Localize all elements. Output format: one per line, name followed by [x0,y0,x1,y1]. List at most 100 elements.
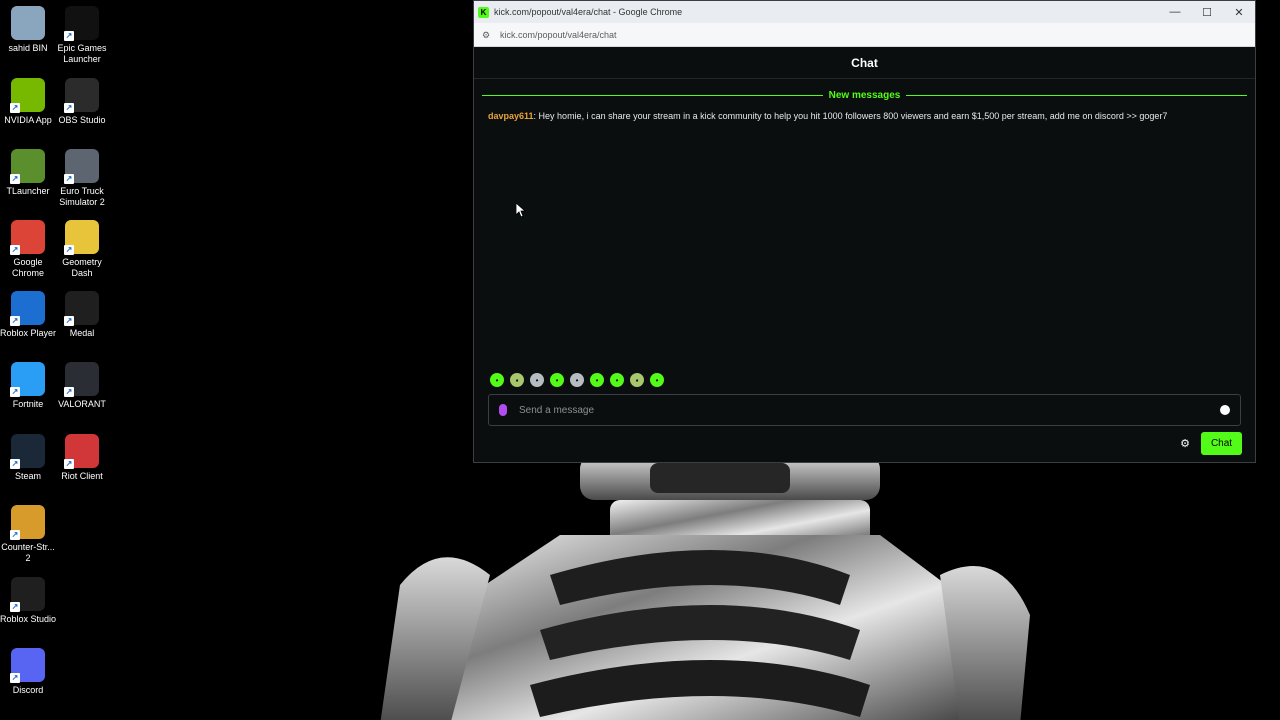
recycle-bin-icon [11,6,45,40]
desktop-icon[interactable]: ↗ Counter-Str... 2 [0,505,56,564]
desktop-icon[interactable]: ↗ VALORANT [54,362,110,410]
chat-title: Chat [851,55,878,70]
desktop-icon-label: Google Chrome [11,257,44,278]
shortcut-arrow-icon: ↗ [10,673,20,683]
chat-settings-icon[interactable]: ⚙ [1178,437,1192,451]
steam-icon: ↗ [10,434,45,469]
close-button[interactable]: ✕ [1223,1,1255,23]
desktop-icon-label: TLauncher [6,186,50,196]
desktop-icon-label: Medal [69,328,95,338]
chat-message-input[interactable] [519,404,1220,416]
address-bar[interactable]: ⚙ kick.com/popout/val4era/chat [474,23,1255,47]
desktop-icon[interactable]: ↗ Medal [54,291,110,339]
shortcut-arrow-icon: ↗ [10,530,20,540]
chrome-popout-window: K kick.com/popout/val4era/chat - Google … [473,0,1256,463]
shortcut-arrow-icon: ↗ [10,245,20,255]
quick-emote-bar: • ▪ • • • • • ▪ • [490,373,664,387]
message-text: : Hey homie, i can share your stream in … [533,111,1168,121]
desktop-icon[interactable]: ↗ NVIDIA App [0,78,56,126]
counter-strike-icon: ↗ [10,505,45,540]
fortnite-icon: ↗ [10,362,45,397]
shortcut-arrow-icon: ↗ [10,459,20,469]
desktop-icon-label: Geometry Dash [62,257,102,278]
epic-games-icon: ↗ [64,6,99,41]
desktop-icon[interactable]: ↗ Discord [0,648,56,696]
desktop-icon-label: Riot Client [61,471,103,481]
emote-8-icon[interactable]: ▪ [630,373,644,387]
desktop-icon-label: Epic Games Launcher [57,43,107,64]
divider-line-right [906,94,1247,96]
desktop-icon[interactable]: ↗ Riot Client [54,434,110,482]
shortcut-arrow-icon: ↗ [64,31,74,41]
desktop-icon-label: Counter-Str... 2 [1,542,55,563]
shortcut-arrow-icon: ↗ [10,174,20,184]
chat-header: Chat [474,47,1255,79]
geometry-dash-icon: ↗ [64,220,99,255]
divider-line-left [482,94,823,96]
site-info-icon[interactable]: ⚙ [482,30,492,40]
shortcut-arrow-icon: ↗ [64,459,74,469]
desktop-icon[interactable]: ↗ Roblox Player [0,291,56,339]
send-chat-button[interactable]: Chat [1201,432,1242,455]
roblox-icon: ↗ [10,291,45,326]
url-text: kick.com/popout/val4era/chat [500,29,617,40]
desktop-icon[interactable]: ↗ Google Chrome [0,220,56,279]
desktop-icon[interactable]: ↗ Roblox Studio [0,577,56,625]
desktop-icon-label: NVIDIA App [4,115,52,125]
robot-wallpaper-image [380,455,1030,720]
desktop-icon-label: Steam [14,471,41,481]
new-messages-divider: New messages [482,88,1247,102]
medal-icon: ↗ [64,291,99,326]
emote-3-icon[interactable]: • [530,373,544,387]
desktop-icon-label: Euro Truck Simulator 2 [59,186,105,207]
desktop-icon-label: OBS Studio [58,115,106,125]
desktop-icon-label: Roblox Player [0,328,57,338]
desktop-icon[interactable]: ↗ TLauncher [0,149,56,197]
shortcut-arrow-icon: ↗ [64,316,74,326]
message-username[interactable]: davpay611 [488,111,534,121]
shortcut-arrow-icon: ↗ [64,103,74,113]
roblox-studio-icon: ↗ [10,577,45,612]
emote-7-icon[interactable]: • [610,373,624,387]
shortcut-arrow-icon: ↗ [10,316,20,326]
desktop-icon-label: Roblox Studio [0,614,57,624]
emote-5-icon[interactable]: • [570,373,584,387]
shortcut-arrow-icon: ↗ [10,387,20,397]
shortcut-arrow-icon: ↗ [10,602,20,612]
shortcut-arrow-icon: ↗ [10,103,20,113]
maximize-button[interactable]: ☐ [1191,1,1223,23]
shortcut-arrow-icon: ↗ [64,245,74,255]
obs-icon: ↗ [64,78,99,113]
desktop-icon[interactable]: ↗ OBS Studio [54,78,110,126]
desktop-icon-label: Discord [12,685,44,695]
shortcut-arrow-icon: ↗ [64,387,74,397]
desktop-icon[interactable]: ↗ Euro Truck Simulator 2 [54,149,110,208]
desktop-icon-label: sahid BIN [8,43,48,53]
chat-message: davpay611: Hey homie, i can share your s… [474,102,1255,122]
chrome-icon: ↗ [10,220,45,255]
emote-4-icon[interactable]: • [550,373,564,387]
emote-9-icon[interactable]: • [650,373,664,387]
new-messages-label: New messages [828,89,901,101]
desktop-icon-label: VALORANT [58,399,106,409]
window-title: kick.com/popout/val4era/chat - Google Ch… [494,7,683,17]
emote-2-icon[interactable]: ▪ [510,373,524,387]
minimize-button[interactable]: — [1159,1,1191,23]
desktop-icon[interactable]: sahid BIN [0,6,56,54]
window-titlebar[interactable]: K kick.com/popout/val4era/chat - Google … [474,1,1255,23]
emote-picker-icon[interactable] [1220,405,1230,415]
emote-1-icon[interactable]: • [490,373,504,387]
riot-client-icon: ↗ [64,434,99,469]
kick-favicon-icon: K [478,6,489,18]
chat-input-container [488,394,1241,426]
desktop-icon[interactable]: ↗ Fortnite [0,362,56,410]
mouse-cursor-icon [516,203,526,218]
nvidia-icon: ↗ [10,78,45,113]
discord-icon: ↗ [10,648,45,683]
emote-6-icon[interactable]: • [590,373,604,387]
desktop-icon[interactable]: ↗ Epic Games Launcher [54,6,110,65]
mic-icon[interactable] [499,404,507,416]
desktop-icon[interactable]: ↗ Steam [0,434,56,482]
desktop-icon[interactable]: ↗ Geometry Dash [54,220,110,279]
desktop-icon-label: Fortnite [12,399,44,409]
